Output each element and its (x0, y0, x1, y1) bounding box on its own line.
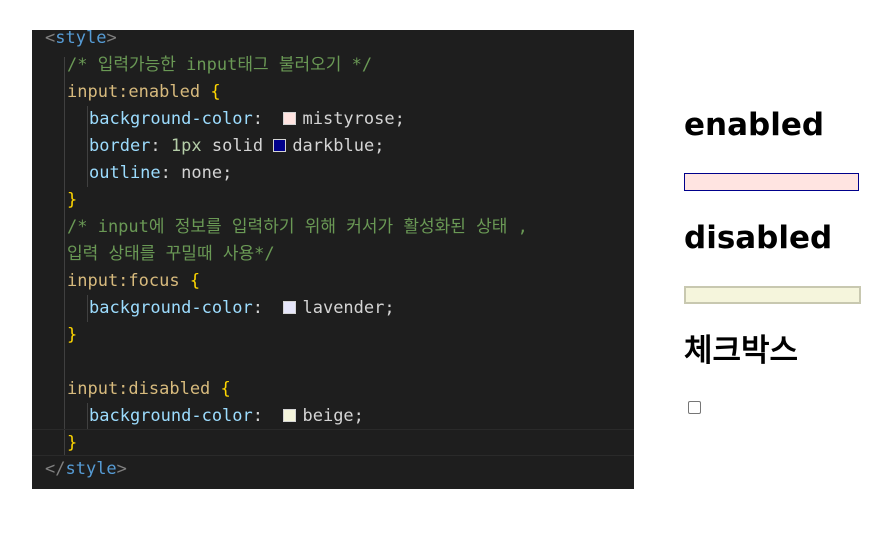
code-line-brace: } (67, 190, 78, 210)
code-line-selector-focus: input:focus { (67, 271, 201, 291)
color-swatch-mistyrose[interactable] (283, 112, 297, 125)
property: background-color (89, 109, 253, 129)
code-line-style-open: <style> (45, 30, 117, 48)
disabled-input (684, 286, 861, 304)
property: background-color (89, 406, 253, 426)
value: lavender; (302, 298, 395, 318)
code-comment: 입력 상태를 꾸밀때 사용*/ (67, 244, 275, 264)
code-editor[interactable]: <style> /* 입력가능한 input태그 불러오기 */ input:e… (32, 30, 634, 489)
code-line-prop: background-color: mistyrose; (32, 106, 634, 133)
selector: input:disabled (67, 379, 211, 399)
property: background-color (89, 298, 253, 318)
value-number: 1px (170, 136, 202, 156)
property: border (89, 136, 151, 156)
code-line-comment: 입력 상태를 꾸밀때 사용*/ (32, 241, 634, 268)
value: mistyrose; (302, 109, 405, 129)
code-line-prop: background-color: lavender; (32, 295, 634, 322)
code-line-prop: background-color: beige; (32, 403, 634, 430)
selector: input:focus (67, 271, 180, 291)
code-line-selector-enabled: input:enabled { (67, 82, 221, 102)
code-line-comment: /* input에 정보를 입력하기 위해 커서가 활성화된 상태 , (32, 214, 634, 241)
code-comment: /* 입력가능한 input태그 불러오기 */ (67, 55, 373, 75)
code-line-prop: border: 1px solid darkblue; (32, 133, 634, 160)
selector: input:enabled (67, 82, 201, 102)
heading-enabled: enabled (684, 107, 825, 143)
code-line-brace: } (67, 325, 78, 345)
value: solid (211, 136, 264, 156)
color-swatch-lavender[interactable] (283, 301, 297, 314)
heading-checkbox: 체크박스 (684, 333, 799, 369)
code-line-prop: outline: none; (32, 160, 634, 187)
enabled-input[interactable] (684, 173, 859, 191)
heading-disabled: disabled (684, 220, 833, 256)
code-line-style-close: </style> (45, 459, 127, 479)
value: darkblue; (292, 136, 385, 156)
code-comment: /* input에 정보를 입력하기 위해 커서가 활성화된 상태 , (67, 217, 528, 237)
property: outline (89, 163, 161, 183)
color-swatch-darkblue[interactable] (273, 139, 287, 152)
code-line-selector-disabled: input:disabled { (67, 379, 231, 399)
value: beige; (302, 406, 364, 426)
color-swatch-beige[interactable] (283, 409, 297, 422)
value: none; (181, 163, 233, 183)
tag-name: style (65, 459, 117, 479)
checkbox[interactable] (688, 401, 701, 414)
tag-name: style (55, 30, 107, 48)
code-line-brace-current: } (32, 429, 634, 456)
code-line-comment: /* 입력가능한 input태그 불러오기 */ (32, 52, 634, 79)
